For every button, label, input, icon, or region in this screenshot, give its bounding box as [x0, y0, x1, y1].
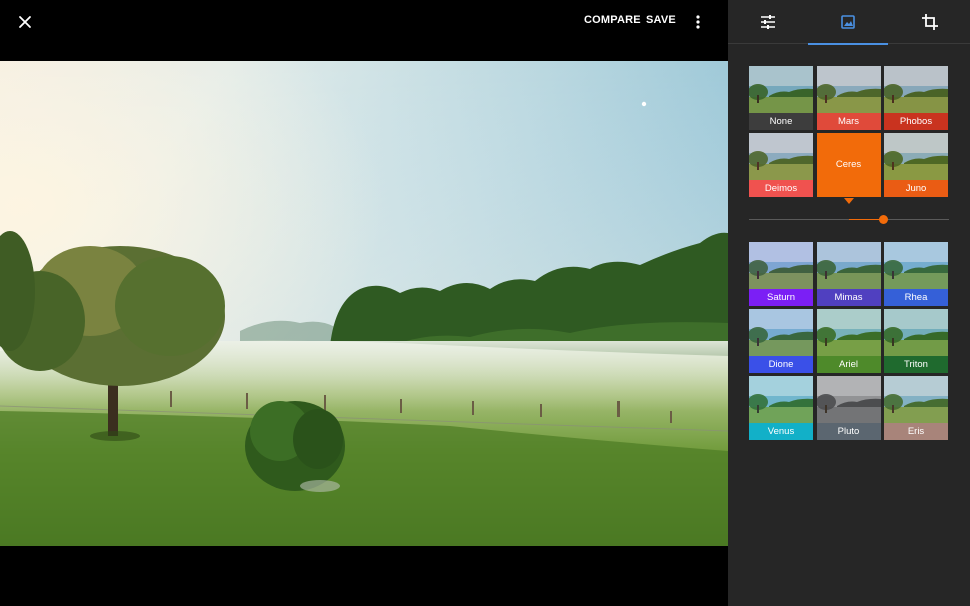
tab-looks[interactable] [808, 0, 888, 45]
filter-tile-mars[interactable]: Mars [816, 66, 881, 130]
filter-tile-eris[interactable]: Eris [884, 376, 948, 440]
filter-tile-venus[interactable]: Venus [749, 376, 813, 440]
more-options-button[interactable] [690, 12, 706, 32]
filter-tile-pluto[interactable]: Pluto [816, 376, 881, 440]
tab-tune[interactable] [728, 0, 808, 44]
filter-tile-juno[interactable]: Juno [884, 133, 948, 197]
filter-thumbnail [749, 66, 813, 114]
slider-thumb[interactable] [878, 215, 888, 224]
filter-label: Triton [884, 356, 948, 373]
filter-thumbnail [749, 133, 813, 181]
filter-tile-ceres[interactable]: Ceres [816, 133, 881, 197]
filter-thumbnail [749, 242, 813, 290]
crop-icon [922, 14, 938, 30]
filter-label: Phobos [884, 113, 948, 130]
filter-thumbnail [884, 242, 948, 290]
filter-label: Mimas [816, 289, 881, 306]
intensity-slider[interactable] [749, 215, 949, 225]
filter-tile-mimas[interactable]: Mimas [816, 242, 881, 306]
tab-crop[interactable] [890, 0, 970, 44]
filter-label: Saturn [749, 289, 813, 306]
filter-tile-none[interactable]: None [749, 66, 813, 130]
slider-fill [849, 219, 883, 220]
filter-label: Eris [884, 423, 948, 440]
filter-thumbnail [816, 242, 881, 290]
photo-canvas[interactable] [0, 61, 728, 546]
editor-area: COMPARE SAVE [0, 0, 728, 606]
image-icon [841, 15, 855, 29]
filter-thumbnail [816, 376, 881, 424]
filter-label: Mars [816, 113, 881, 130]
filter-thumbnail [884, 309, 948, 357]
filter-tile-triton[interactable]: Triton [884, 309, 948, 373]
save-button[interactable]: SAVE [646, 14, 676, 26]
filter-thumbnail [816, 309, 881, 357]
selection-pointer [844, 198, 854, 204]
close-icon [19, 16, 31, 28]
filter-label: Ceres [835, 159, 862, 170]
filter-label: Venus [749, 423, 813, 440]
filter-label: Pluto [816, 423, 881, 440]
filter-tile-ariel[interactable]: Ariel [816, 309, 881, 373]
filter-tile-phobos[interactable]: Phobos [884, 66, 948, 130]
compare-button[interactable]: COMPARE [584, 14, 641, 26]
filter-thumbnail [749, 309, 813, 357]
close-button[interactable] [14, 11, 36, 33]
filter-label: Rhea [884, 289, 948, 306]
filter-thumbnail [816, 66, 881, 114]
filter-tile-dione[interactable]: Dione [749, 309, 813, 373]
filter-thumbnail [884, 66, 948, 114]
filter-tile-saturn[interactable]: Saturn [749, 242, 813, 306]
filter-label: Juno [884, 180, 948, 197]
active-tab-indicator [808, 43, 888, 45]
more-vert-icon [696, 15, 700, 29]
filter-thumbnail [749, 376, 813, 424]
filter-label: Dione [749, 356, 813, 373]
filter-thumbnail [884, 376, 948, 424]
filter-label: None [749, 113, 813, 130]
filter-label: Deimos [749, 180, 813, 197]
panel-tabs [728, 0, 970, 45]
tune-icon [761, 15, 775, 29]
looks-panel: None Mars Phobos Deimos Ceres Juno Saturn Mima… [728, 0, 970, 606]
filter-tile-rhea[interactable]: Rhea [884, 242, 948, 306]
filter-tile-deimos[interactable]: Deimos [749, 133, 813, 197]
filter-label: Ariel [816, 356, 881, 373]
top-toolbar: COMPARE SAVE [0, 0, 728, 44]
filter-thumbnail [884, 133, 948, 181]
